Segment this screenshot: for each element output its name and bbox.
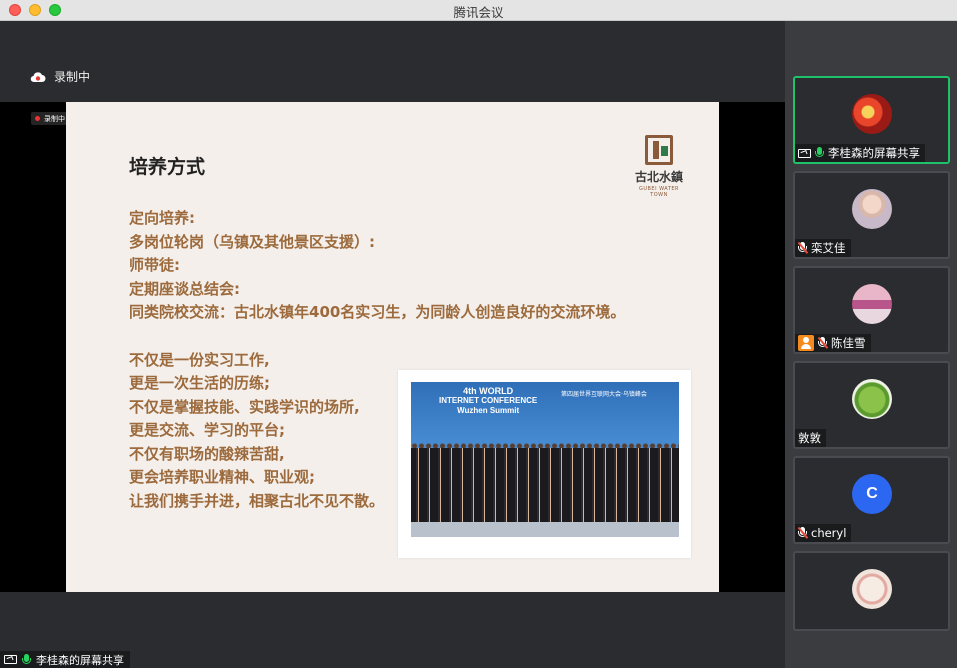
participant-tile[interactable]: 敦敦 bbox=[793, 361, 950, 449]
presentation-slide: 培养方式 古北水鎮 GUBEI WATER TOWN 定向培养: 多岗位轮岗（乌… bbox=[66, 102, 719, 592]
group-photo: 4th WORLD INTERNET CONFERENCE Wuzhen Sum… bbox=[411, 382, 679, 537]
avatar bbox=[852, 94, 892, 134]
slide-line: 同类院校交流：古北水镇年400名实习生，为同龄人创造良好的交流环境。 bbox=[129, 303, 626, 321]
participant-tile[interactable]: 李桂森的屏幕共享 bbox=[793, 76, 950, 164]
shared-screen: 录制中 培养方式 古北水鎮 GUBEI WATER TOWN 定向培养: 多岗位… bbox=[0, 102, 785, 592]
participant-tile[interactable]: 栾艾佳 bbox=[793, 171, 950, 259]
cloud-record-icon bbox=[30, 71, 46, 82]
slide-line: 不仅是一份实习工作, bbox=[129, 350, 270, 369]
meeting-window: 腾讯会议 录制中 录制中 培养方式 古北水鎮 GUBEI WATER TOWN bbox=[0, 0, 957, 668]
avatar: C bbox=[852, 474, 892, 514]
participant-name: 陈佳雪 bbox=[831, 336, 866, 350]
participant-name: 李桂森的屏幕共享 bbox=[828, 146, 920, 160]
participant-tile[interactable] bbox=[793, 551, 950, 631]
record-dot-icon bbox=[35, 116, 40, 121]
mini-recording-badge: 录制中 bbox=[31, 112, 69, 125]
group-photo-frame: 4th WORLD INTERNET CONFERENCE Wuzhen Sum… bbox=[398, 370, 691, 558]
slide-title: 培养方式 bbox=[129, 156, 206, 178]
participant-name-tag: 栾艾佳 bbox=[795, 239, 851, 257]
logo-seal-icon bbox=[645, 135, 673, 165]
recording-indicator[interactable]: 录制中 bbox=[30, 68, 90, 85]
photo-banner-cn: 第四届世界互联网大会·乌镇峰会 bbox=[561, 391, 647, 398]
participant-name: cheryl bbox=[811, 526, 847, 540]
main-stage-area: 录制中 录制中 培养方式 古北水鎮 GUBEI WATER TOWN 定向培养:… bbox=[0, 21, 785, 668]
avatar bbox=[852, 189, 892, 229]
participant-name: 栾艾佳 bbox=[811, 241, 846, 255]
slide-line: 定期座谈总结会: bbox=[129, 279, 240, 298]
screen-share-label: 李桂森的屏幕共享 bbox=[0, 651, 130, 668]
title-bar: 腾讯会议 bbox=[0, 0, 957, 21]
screen-share-icon bbox=[4, 655, 17, 664]
participant-name: 敦敦 bbox=[798, 431, 821, 445]
participant-tile[interactable]: C cheryl bbox=[793, 456, 950, 544]
avatar bbox=[852, 379, 892, 419]
mic-muted-icon bbox=[818, 337, 827, 349]
participant-tile[interactable]: 陈佳雪 bbox=[793, 266, 950, 354]
photo-crowd bbox=[411, 448, 679, 522]
participant-name-tag: 敦敦 bbox=[795, 429, 826, 447]
avatar bbox=[852, 569, 892, 609]
participant-name-tag: 李桂森的屏幕共享 bbox=[795, 144, 925, 162]
mic-muted-icon bbox=[798, 242, 807, 254]
host-user-icon bbox=[798, 335, 814, 351]
gubei-logo: 古北水鎮 GUBEI WATER TOWN bbox=[631, 135, 687, 198]
screen-share-owner: 李桂森的屏幕共享 bbox=[36, 653, 124, 667]
screen-share-icon bbox=[798, 148, 811, 158]
slide-line: 定向培养: bbox=[129, 209, 195, 227]
slide-line: 师带徒: bbox=[129, 256, 180, 274]
window-title: 腾讯会议 bbox=[453, 5, 504, 20]
recording-label: 录制中 bbox=[54, 70, 91, 84]
participant-name-tag: 陈佳雪 bbox=[795, 334, 871, 352]
photo-banner-text: 4th WORLD INTERNET CONFERENCE Wuzhen Sum… bbox=[439, 386, 538, 415]
mini-recording-label: 录制中 bbox=[44, 114, 65, 123]
mic-on-icon bbox=[22, 653, 31, 666]
slide-line: 多岗位轮岗（乌镇及其他景区支援）: bbox=[129, 232, 376, 251]
logo-english-text: GUBEI WATER TOWN bbox=[638, 186, 680, 198]
participant-panel: 李桂森的屏幕共享 栾艾佳 陈佳雪 敦敦 C cheryl bbox=[785, 21, 957, 668]
avatar bbox=[852, 284, 892, 324]
logo-chinese-text: 古北水鎮 bbox=[634, 170, 683, 184]
mic-muted-icon bbox=[798, 527, 807, 539]
mic-on-icon bbox=[815, 147, 824, 159]
participant-name-tag: cheryl bbox=[795, 524, 852, 542]
